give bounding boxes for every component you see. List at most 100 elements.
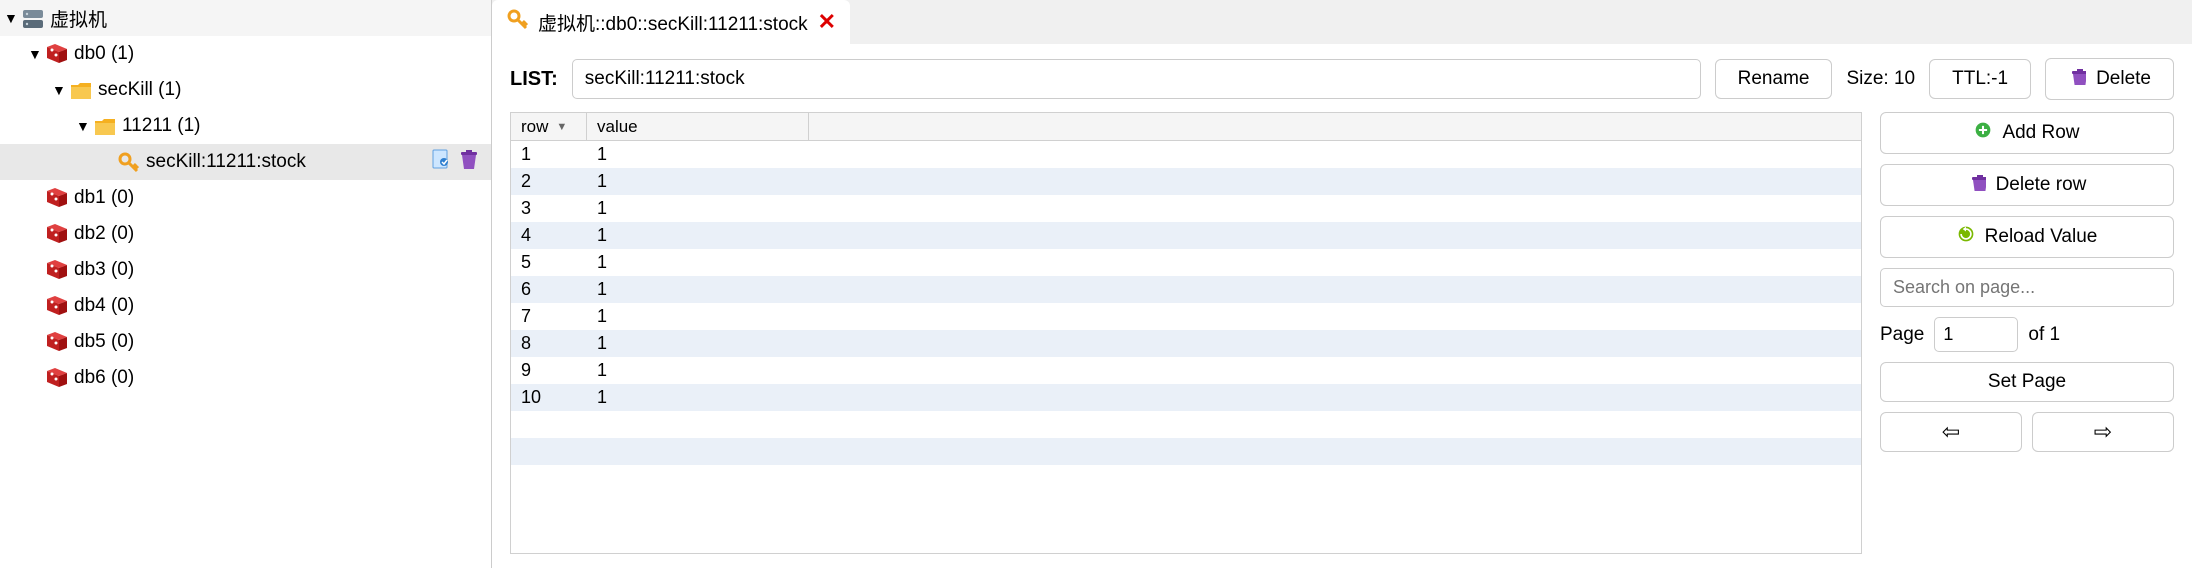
column-value[interactable]: value [587,113,809,140]
tree-db6[interactable]: db6 (0) [0,360,491,396]
cell-row: 4 [511,225,587,246]
cell-value: 1 [587,225,1861,246]
next-page-button[interactable]: ⇨ [2032,412,2174,452]
cell-value: 1 [587,198,1861,219]
expand-arrow-icon[interactable] [4,10,18,26]
tree-db4-label: db4 (0) [74,295,491,317]
column-spacer [809,113,1861,140]
main-area: row ▼ value 112131415161718191101 Add Ro… [510,112,2174,554]
table-row-empty [511,438,1861,465]
db-icon [44,330,68,354]
tree-db3[interactable]: db3 (0) [0,252,491,288]
arrow-right-icon: ⇨ [2094,419,2112,445]
delete-row-label: Delete row [1996,174,2087,196]
ttl-button[interactable]: TTL:-1 [1929,59,2031,99]
tree-db1[interactable]: db1 (0) [0,180,491,216]
table-row[interactable]: 21 [511,168,1861,195]
tree-11211[interactable]: 11211 (1) [0,108,491,144]
key-icon [506,8,528,36]
table-header: row ▼ value [511,113,1861,141]
reload-value-button[interactable]: Reload Value [1880,216,2174,258]
expand-arrow-icon[interactable] [76,118,90,134]
reload-icon [1957,225,1975,249]
close-icon[interactable]: ✕ [818,9,836,35]
cell-value: 1 [587,279,1861,300]
table-body: 112131415161718191101 [511,141,1861,553]
cell-row: 7 [511,306,587,327]
trash-icon [2068,67,2086,91]
cell-value: 1 [587,171,1861,192]
cell-value: 1 [587,306,1861,327]
tree-db4[interactable]: db4 (0) [0,288,491,324]
trash-icon[interactable] [457,148,479,176]
expand-arrow-icon[interactable] [28,46,42,62]
tree-seckill-label: secKill (1) [98,79,491,101]
set-page-button[interactable]: Set Page [1880,362,2174,402]
prev-page-button[interactable]: ⇦ [1880,412,2022,452]
cell-row: 9 [511,360,587,381]
db-icon [44,186,68,210]
nav-row: ⇦ ⇨ [1880,412,2174,452]
db-icon [44,42,68,66]
tree-root[interactable]: 虚拟机 [0,0,491,36]
table-row[interactable]: 11 [511,141,1861,168]
type-label: LIST: [510,68,558,91]
tab-key[interactable]: 虚拟机::db0::secKill:11211:stock ✕ [492,0,850,44]
tree-db2[interactable]: db2 (0) [0,216,491,252]
table-row[interactable]: 101 [511,384,1861,411]
delete-label: Delete [2096,68,2151,90]
tree-db0[interactable]: db0 (1) [0,36,491,72]
content-area: LIST: Rename Size: 10 TTL:-1 Delete row … [492,44,2192,568]
table-row[interactable]: 91 [511,357,1861,384]
folder-icon [92,114,116,138]
db-icon [44,222,68,246]
tree-db0-label: db0 (1) [74,43,491,65]
file-icon[interactable] [429,148,451,176]
key-icon [116,150,140,174]
delete-row-button[interactable]: Delete row [1880,164,2174,206]
cell-row: 1 [511,144,587,165]
table-row[interactable]: 41 [511,222,1861,249]
rename-button[interactable]: Rename [1715,59,1833,99]
size-label: Size: 10 [1846,68,1915,90]
tree-11211-label: 11211 (1) [122,115,491,137]
tree-db2-label: db2 (0) [74,223,491,245]
table-row-empty [511,411,1861,438]
delete-button[interactable]: Delete [2045,58,2174,100]
expand-arrow-icon[interactable] [52,82,66,98]
actions-panel: Add Row Delete row Reload Value Page of … [1880,112,2174,554]
tree-db1-label: db1 (0) [74,187,491,209]
cell-row: 2 [511,171,587,192]
tree-db5-label: db5 (0) [74,331,491,353]
page-input[interactable] [1934,317,2018,352]
table-row[interactable]: 51 [511,249,1861,276]
add-row-label: Add Row [2002,122,2079,144]
tree-key-label: secKill:11211:stock [146,151,429,173]
table-row[interactable]: 81 [511,330,1861,357]
col-row-label: row [521,117,548,137]
db-icon [44,258,68,282]
table-row[interactable]: 71 [511,303,1861,330]
tree-db3-label: db3 (0) [74,259,491,281]
page-label: Page [1880,324,1924,346]
cell-value: 1 [587,360,1861,381]
key-name-input[interactable] [572,59,1701,99]
tab-bar: 虚拟机::db0::secKill:11211:stock ✕ [492,0,2192,44]
cell-value: 1 [587,144,1861,165]
column-row[interactable]: row ▼ [511,113,587,140]
page-of-label: of 1 [2028,324,2060,346]
tree-db5[interactable]: db5 (0) [0,324,491,360]
plus-icon [1974,121,1992,145]
tree-key-seckill-stock[interactable]: secKill:11211:stock [0,144,491,180]
ttl-label: TTL:-1 [1952,68,2008,90]
tree-db6-label: db6 (0) [74,367,491,389]
db-icon [44,366,68,390]
sort-desc-icon: ▼ [556,121,567,133]
tree-seckill[interactable]: secKill (1) [0,72,491,108]
key-header-row: LIST: Rename Size: 10 TTL:-1 Delete [510,58,2174,100]
col-value-label: value [597,117,638,137]
table-row[interactable]: 31 [511,195,1861,222]
table-row[interactable]: 61 [511,276,1861,303]
search-input[interactable] [1880,268,2174,307]
add-row-button[interactable]: Add Row [1880,112,2174,154]
